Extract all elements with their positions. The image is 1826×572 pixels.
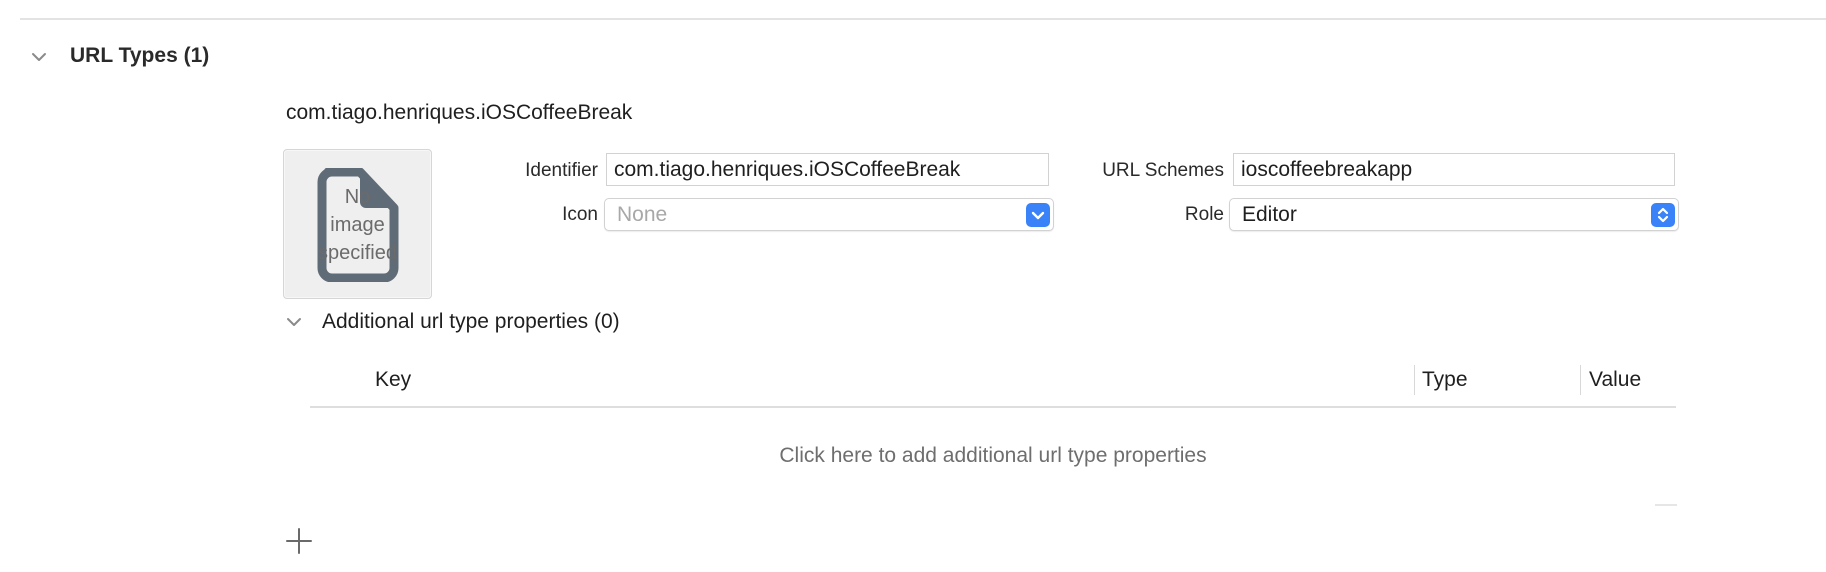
chevron-down-icon[interactable] <box>28 46 50 68</box>
role-popup[interactable]: Editor <box>1229 198 1679 231</box>
column-header-key[interactable]: Key <box>375 368 411 392</box>
url-type-name: com.tiago.henriques.iOSCoffeeBreak <box>286 101 633 124</box>
column-separator[interactable] <box>1414 365 1415 395</box>
additional-properties-title[interactable]: Additional url type properties (0) <box>322 310 620 334</box>
column-separator[interactable] <box>1580 365 1581 395</box>
up-down-chevron-icon <box>1651 203 1675 227</box>
icon-popup-value: None <box>617 203 668 226</box>
chevron-down-icon <box>1026 203 1050 227</box>
column-header-value[interactable]: Value <box>1589 368 1641 392</box>
url-schemes-label: URL Schemes <box>1102 160 1224 181</box>
identifier-label: Identifier <box>525 160 598 181</box>
icon-label: Icon <box>562 204 598 225</box>
table-header-divider <box>310 406 1676 408</box>
identifier-field[interactable]: com.tiago.henriques.iOSCoffeeBreak <box>606 153 1049 186</box>
no-image-text: No image specified <box>318 186 397 264</box>
column-header-type[interactable]: Type <box>1422 368 1468 392</box>
icon-popup[interactable]: None <box>604 198 1054 231</box>
image-well[interactable]: No image specified <box>283 149 432 299</box>
url-schemes-field[interactable]: ioscoffeebreakapp <box>1233 153 1675 186</box>
top-divider <box>20 18 1826 20</box>
plus-icon[interactable] <box>284 526 314 556</box>
role-popup-value: Editor <box>1242 203 1297 226</box>
empty-table-hint[interactable]: Click here to add additional url type pr… <box>310 444 1676 468</box>
section-title[interactable]: URL Types (1) <box>70 44 209 68</box>
scroll-indicator <box>1655 504 1677 506</box>
chevron-down-icon[interactable] <box>284 312 304 332</box>
role-label: Role <box>1184 204 1224 225</box>
